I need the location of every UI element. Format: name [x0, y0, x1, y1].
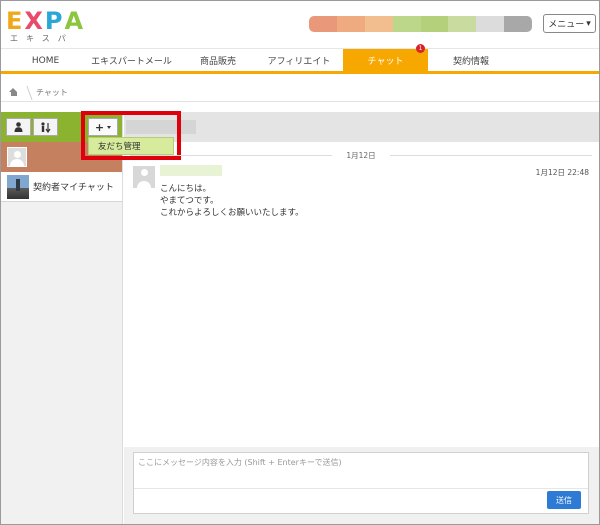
- notification-badge: 1: [416, 44, 425, 53]
- menu-button[interactable]: メニュー ▾: [543, 14, 596, 33]
- send-button-label: 送信: [556, 495, 572, 505]
- expa-logo[interactable]: E X P A エキスパ: [6, 9, 86, 43]
- message-body: こんにちは。 やまてつです。 これからよろしくお願いいたします。: [160, 183, 304, 219]
- nav-affiliate[interactable]: アフィリエイト: [258, 49, 340, 72]
- nav-home[interactable]: HOME: [18, 49, 73, 72]
- message-input[interactable]: [134, 453, 588, 489]
- avatar: [7, 147, 27, 167]
- account-bar-segment: [336, 16, 365, 32]
- account-bar-segment: [420, 16, 449, 32]
- contact-item[interactable]: 契約者マイチャット: [1, 172, 122, 202]
- logo-letter: P: [44, 7, 63, 35]
- contact-name: 契約者マイチャット: [33, 183, 114, 193]
- nav-chat[interactable]: チャット 1: [343, 44, 428, 72]
- message-line: やまてつです。: [160, 196, 219, 206]
- sort-contacts-button[interactable]: [33, 118, 58, 136]
- account-bar-segment: [504, 16, 532, 32]
- nav-label: HOME: [31, 55, 60, 66]
- account-name-bar: [309, 16, 532, 32]
- breadcrumb-current: チャット: [36, 88, 68, 97]
- nav-label: 契約情報: [452, 57, 489, 67]
- person-icon: [14, 122, 23, 132]
- message-timestamp: 1月12日 22:48: [535, 168, 589, 177]
- nav-label: 商品販売: [199, 57, 236, 67]
- send-button[interactable]: 送信: [547, 491, 581, 509]
- sort-people-icon: [41, 121, 51, 133]
- logo-letter: E: [6, 7, 23, 35]
- avatar: [133, 166, 155, 188]
- nav-label: アフィリエイト: [267, 57, 331, 67]
- friends-button[interactable]: [6, 118, 31, 136]
- caret-down-icon: ▾: [586, 18, 591, 29]
- main-nav: HOME エキスパートメール 商品販売 アフィリエイト チャット 1 契約情報: [1, 44, 599, 74]
- date-label: 1月12日: [346, 150, 376, 160]
- nav-label: チャット: [367, 57, 404, 67]
- nav-label: エキスパートメール: [91, 57, 172, 67]
- account-bar-segment: [476, 16, 505, 32]
- message-composer: 送信: [133, 452, 589, 514]
- message-line: こんにちは。: [160, 184, 212, 194]
- logo-letter: A: [64, 7, 84, 35]
- date-divider: 1月12日: [130, 150, 593, 160]
- account-bar-segment: [448, 16, 477, 32]
- nav-contract-info[interactable]: 契約情報: [441, 49, 501, 72]
- message-line: これからよろしくお願いいたします。: [160, 208, 304, 218]
- contact-thumbnail-icon: [7, 174, 29, 199]
- account-bar-segment: [309, 16, 337, 32]
- breadcrumb-separator: [21, 85, 33, 100]
- logo-letter: X: [24, 7, 43, 35]
- breadcrumb: チャット: [1, 84, 599, 102]
- sender-name: [160, 165, 222, 176]
- account-bar-segment: [364, 16, 393, 32]
- contact-sidebar: 契約者マイチャット: [1, 112, 123, 524]
- nav-expert-mail[interactable]: エキスパートメール: [79, 49, 184, 72]
- menu-button-label: メニュー: [548, 20, 585, 30]
- account-bar-segment: [392, 16, 421, 32]
- nav-product-sales[interactable]: 商品販売: [188, 49, 248, 72]
- home-icon[interactable]: [9, 88, 18, 97]
